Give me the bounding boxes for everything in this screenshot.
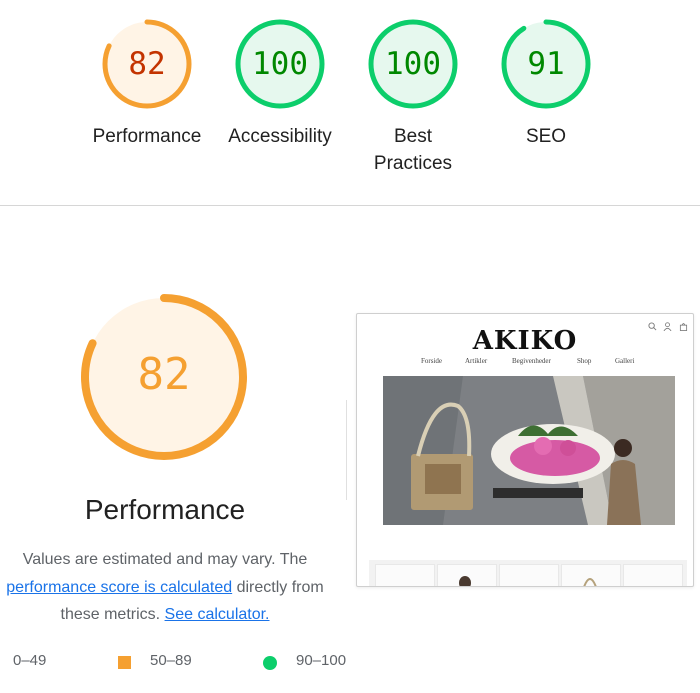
preview-card bbox=[375, 564, 435, 586]
score-calculation-link[interactable]: performance score is calculated bbox=[6, 579, 232, 596]
gauge-best-practices-label: Best Practices bbox=[373, 126, 453, 174]
legend-pass-circle-icon bbox=[263, 656, 277, 670]
section-divider bbox=[0, 205, 700, 206]
gauge-accessibility-value: 100 bbox=[252, 46, 308, 82]
legend-average-range: 50–89 bbox=[150, 652, 192, 669]
performance-title: Performance bbox=[84, 494, 246, 525]
page-screenshot-thumbnail[interactable]: AKIKO Forside Artikler Begivenheder Shop… bbox=[356, 313, 694, 587]
score-gauge-best-practices[interactable]: 100 Best Practices bbox=[348, 18, 478, 177]
gauge-performance-label: Performance bbox=[92, 126, 202, 147]
score-gauge-seo[interactable]: 91 SEO bbox=[481, 18, 611, 150]
hero-photo bbox=[383, 376, 675, 525]
score-gauge-accessibility[interactable]: 100 Accessibility bbox=[215, 18, 345, 150]
legend-pass-range: 90–100 bbox=[296, 652, 347, 669]
performance-large-score: 82 bbox=[137, 349, 191, 400]
preview-card bbox=[623, 564, 683, 586]
content-preview-strip bbox=[369, 560, 687, 586]
nav-item-forside: Forside bbox=[421, 357, 442, 365]
nav-item-begivenheder: Begivenheder bbox=[512, 357, 551, 365]
legend-fail-range: 0–49 bbox=[13, 652, 47, 669]
separator-line bbox=[346, 400, 347, 500]
preview-card bbox=[499, 564, 559, 586]
nav-item-shop: Shop bbox=[577, 357, 592, 365]
category-scores: 82 Performance 100 Accessibility 100 Bes… bbox=[0, 0, 700, 205]
gauge-performance-value: 82 bbox=[128, 46, 166, 82]
legend-average-square-icon bbox=[118, 656, 131, 669]
gauge-seo-label: SEO bbox=[525, 126, 567, 147]
preview-person-image bbox=[459, 576, 471, 586]
gauge-seo-value: 91 bbox=[527, 46, 565, 82]
nav-item-galleri: Galleri bbox=[615, 357, 635, 365]
preview-card bbox=[437, 564, 497, 586]
gauge-accessibility-label: Accessibility bbox=[228, 126, 332, 147]
description-text-1: Values are estimated and may vary. The bbox=[22, 551, 308, 568]
preview-bag-image bbox=[583, 578, 597, 586]
see-calculator-link[interactable]: See calculator. bbox=[165, 606, 270, 623]
nav-item-artikler: Artikler bbox=[465, 357, 488, 365]
preview-card bbox=[561, 564, 621, 586]
site-brand-logo: AKIKO bbox=[472, 326, 578, 356]
score-gauge-performance[interactable]: 82 Performance bbox=[82, 18, 212, 150]
gauge-best-practices-value: 100 bbox=[385, 46, 441, 82]
performance-description: Values are estimated and may vary. The p… bbox=[0, 546, 336, 629]
